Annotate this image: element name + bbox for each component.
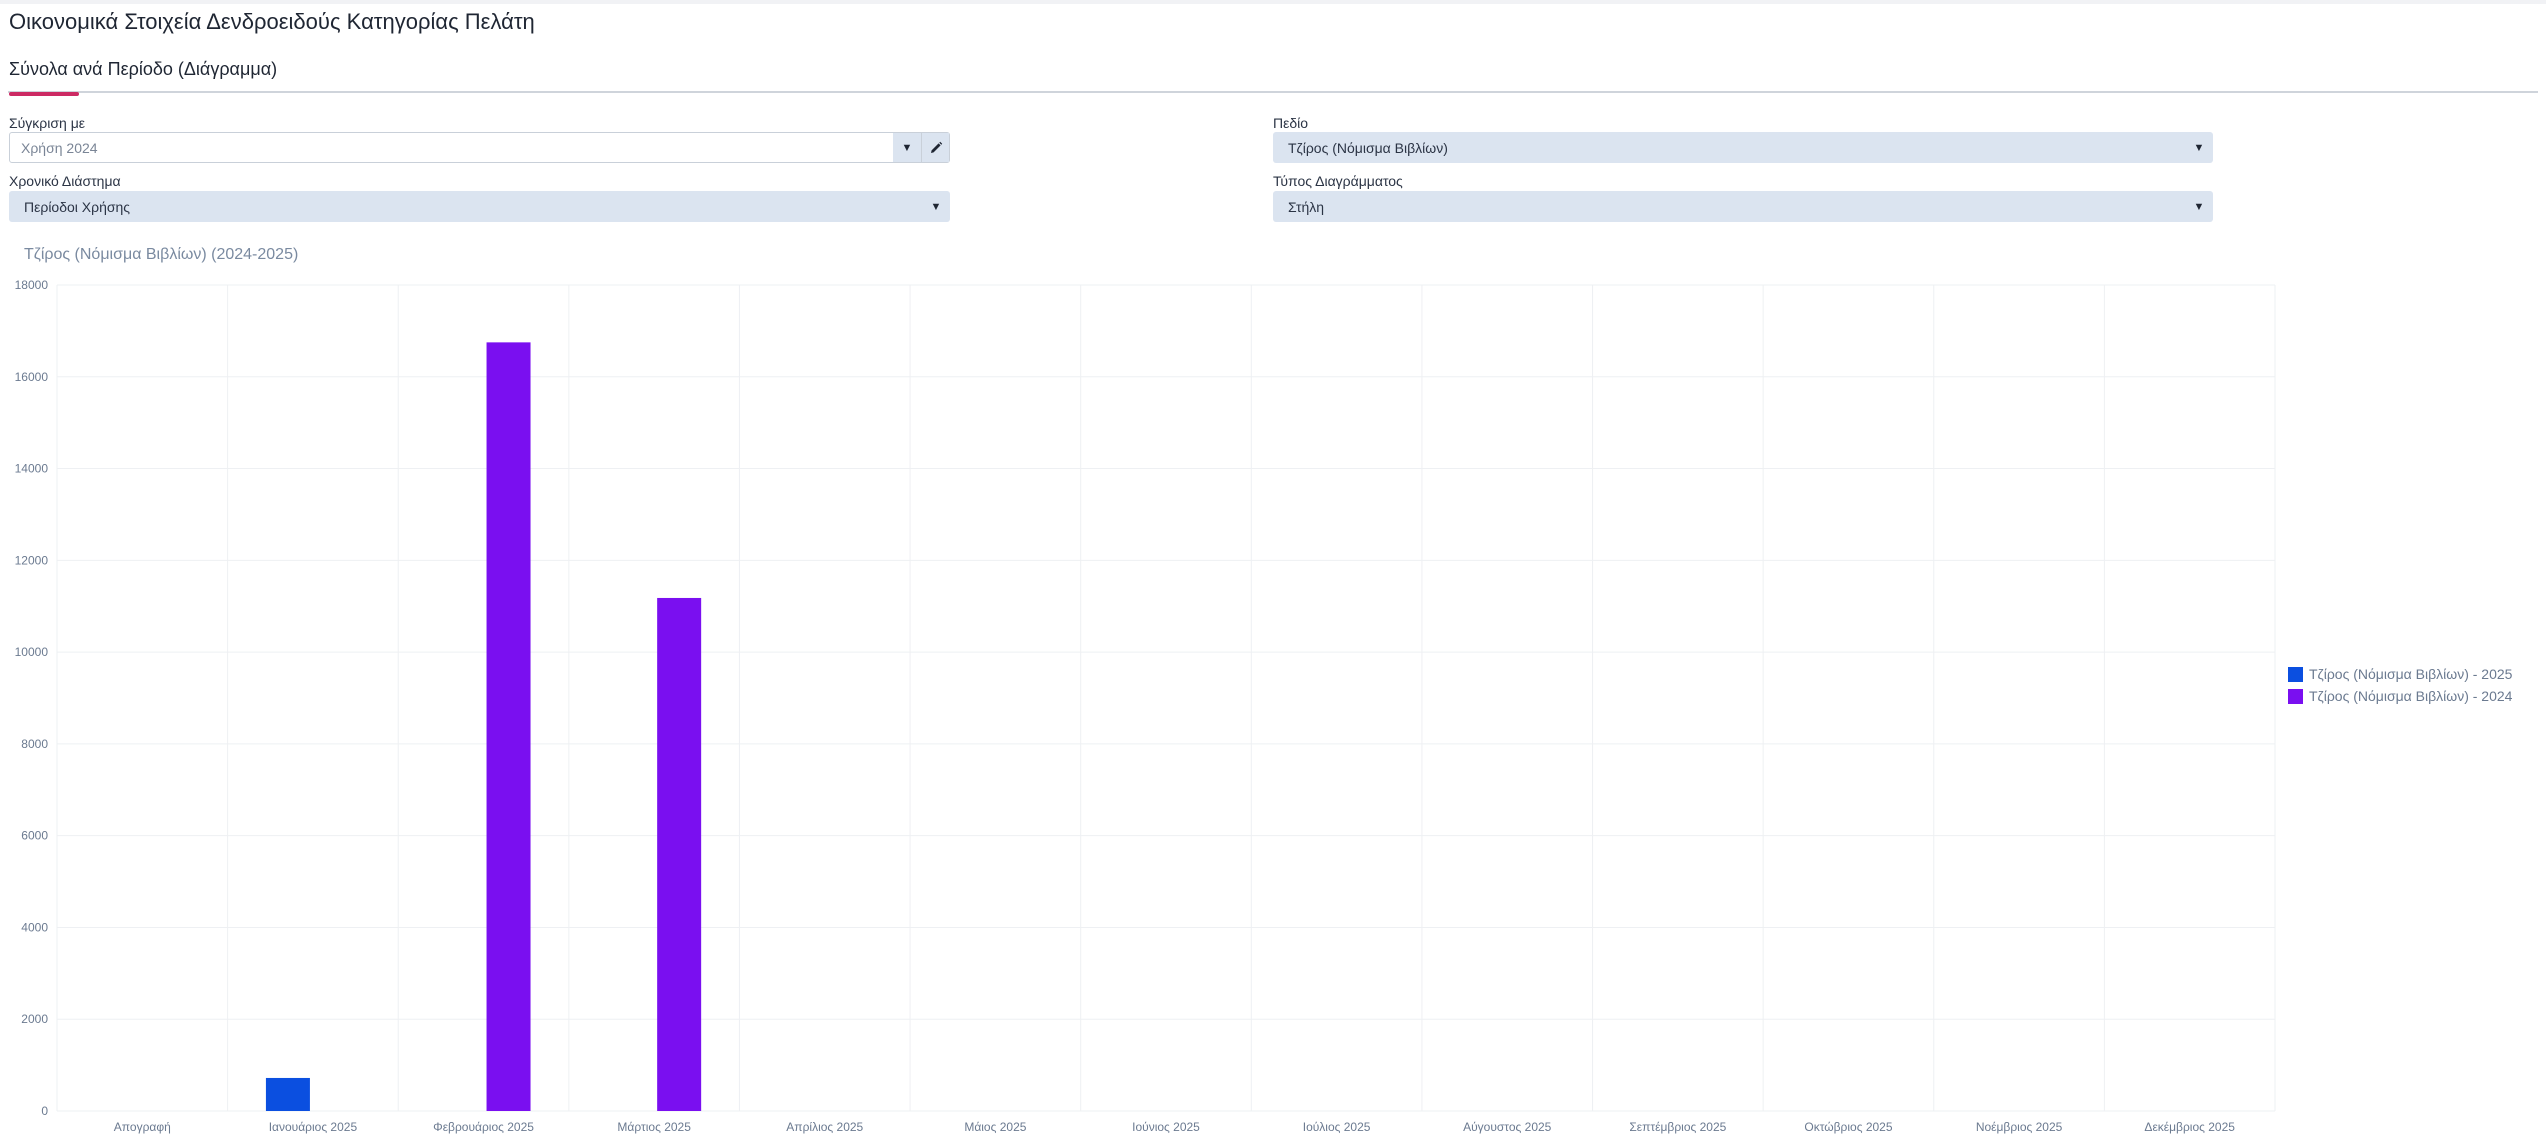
y-tick-label: 4000 xyxy=(21,920,48,934)
compare-with-input[interactable]: Χρήση 2024 ▼ xyxy=(9,132,950,163)
x-tick-label: Ιούλιος 2025 xyxy=(1303,1120,1371,1134)
legend-label-2024: Τζίρος (Νόμισμα Βιβλίων) - 2024 xyxy=(2309,688,2513,704)
legend-item-2025[interactable]: Τζίρος (Νόμισμα Βιβλίων) - 2025 xyxy=(2288,663,2512,685)
field-select[interactable]: Τζίρος (Νόμισμα Βιβλίων) ▼ xyxy=(1273,132,2213,163)
top-strip xyxy=(0,0,2546,4)
y-tick-label: 6000 xyxy=(21,829,48,843)
x-tick-label: Σεπτέμβριος 2025 xyxy=(1629,1120,1726,1134)
field-label: Πεδίο xyxy=(1273,115,1309,131)
pencil-icon[interactable] xyxy=(921,133,949,162)
chart-type-label: Τύπος Διαγράμματος xyxy=(1273,173,1403,189)
tab-label: Σύνολα ανά Περίοδο (Διάγραμμα) xyxy=(9,59,278,79)
x-tick-label: Απογραφή xyxy=(114,1120,171,1134)
x-tick-label: Ιούνιος 2025 xyxy=(1132,1120,1200,1134)
legend-label-2025: Τζίρος (Νόμισμα Βιβλίων) - 2025 xyxy=(2309,666,2513,682)
x-tick-label: Οκτώβριος 2025 xyxy=(1804,1120,1892,1134)
legend-swatch-2025 xyxy=(2288,666,2303,682)
y-tick-label: 12000 xyxy=(15,553,49,567)
compare-with-value: Χρήση 2024 xyxy=(21,139,98,156)
legend-swatch-2024 xyxy=(2288,688,2303,704)
bar xyxy=(486,342,531,1112)
legend-item-2024[interactable]: Τζίρος (Νόμισμα Βιβλίων) - 2024 xyxy=(2288,685,2512,707)
tab-totals-chart[interactable]: Σύνολα ανά Περίοδο (Διάγραμμα) xyxy=(9,56,278,96)
compare-with-label: Σύγκριση με xyxy=(9,115,86,131)
chevron-down-icon: ▼ xyxy=(2193,200,2205,213)
active-tab-indicator xyxy=(9,92,79,96)
x-tick-label: Αύγουστος 2025 xyxy=(1463,1120,1552,1134)
y-tick-label: 14000 xyxy=(15,462,49,476)
x-tick-label: Νοέμβριος 2025 xyxy=(1976,1120,2063,1134)
y-tick-label: 0 xyxy=(41,1104,48,1118)
time-span-value: Περίοδοι Χρήσης xyxy=(24,198,131,215)
x-tick-label: Μάιος 2025 xyxy=(964,1120,1026,1134)
bar-chart: 0 2000 4000 6000 8000 10000 12000 14000 16000 180… xyxy=(15,278,2276,1134)
page-title: Οικονομικά Στοιχεία Δενδροειδούς Κατηγορ… xyxy=(9,9,535,34)
y-tick-label: 10000 xyxy=(15,645,49,659)
bar xyxy=(657,597,702,1111)
field-value: Τζίρος (Νόμισμα Βιβλίων) xyxy=(1288,139,1448,156)
time-span-label: Χρονικό Διάστημα xyxy=(9,173,121,189)
time-span-select[interactable]: Περίοδοι Χρήσης ▼ xyxy=(9,191,950,222)
chevron-down-icon[interactable]: ▼ xyxy=(893,133,921,162)
x-tick-label: Δεκέμβριος 2025 xyxy=(2144,1120,2235,1134)
bar xyxy=(265,1077,310,1111)
x-tick-label: Φεβρουάριος 2025 xyxy=(433,1120,534,1134)
y-tick-label: 2000 xyxy=(21,1012,48,1026)
x-tick-label: Ιανουάριος 2025 xyxy=(269,1120,358,1134)
chart-type-value: Στήλη xyxy=(1288,198,1325,215)
tab-bar: Σύνολα ανά Περίοδο (Διάγραμμα) xyxy=(8,56,2538,96)
y-tick-label: 18000 xyxy=(15,278,49,292)
chart-legend: Τζίρος (Νόμισμα Βιβλίων) - 2025 Τζίρος (… xyxy=(2288,663,2512,707)
chevron-down-icon: ▼ xyxy=(2193,141,2205,154)
x-tick-label: Απρίλιος 2025 xyxy=(786,1120,863,1134)
x-tick-label: Μάρτιος 2025 xyxy=(617,1120,691,1134)
y-tick-label: 8000 xyxy=(21,737,48,751)
chart-title: Τζίρος (Νόμισμα Βιβλίων) (2024-2025) xyxy=(24,246,299,263)
chevron-down-icon: ▼ xyxy=(930,200,942,213)
chart-type-select[interactable]: Στήλη ▼ xyxy=(1273,191,2213,222)
y-tick-label: 16000 xyxy=(15,370,49,384)
